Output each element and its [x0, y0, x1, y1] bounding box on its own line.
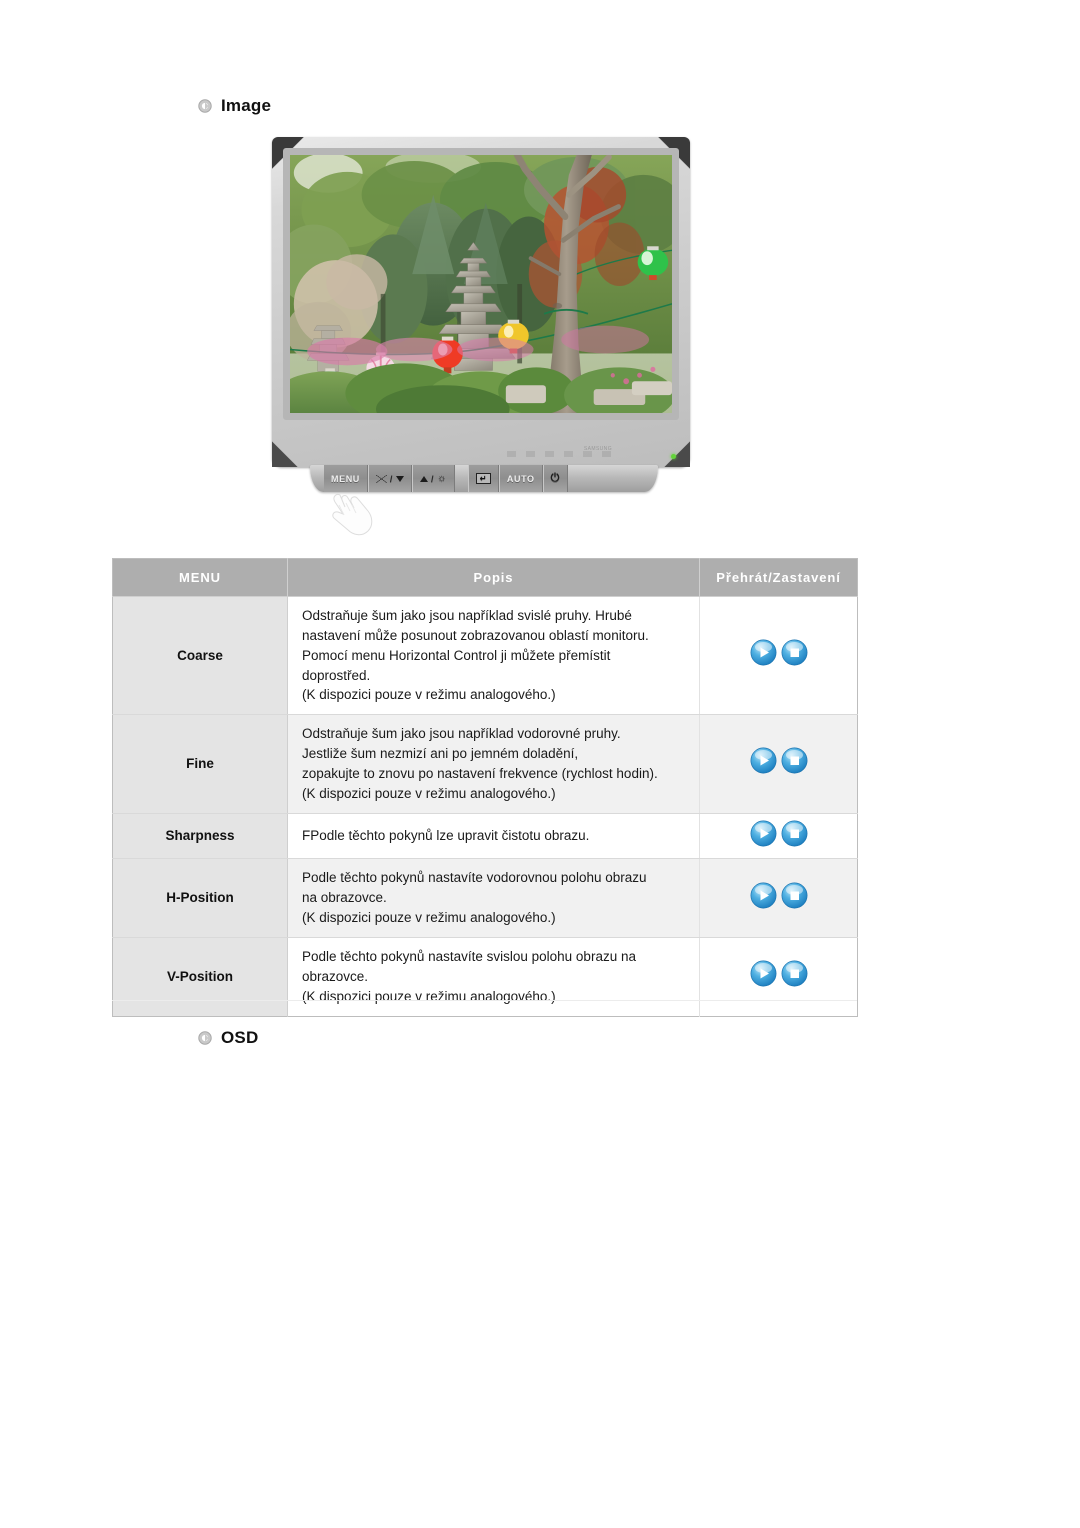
table-row: Coarse Odstraňuje šum jako jsou napříkla… — [112, 596, 858, 716]
table-row: H-Position Podle těchto pokynů nastavíte… — [112, 858, 858, 938]
section-divider — [112, 1000, 857, 1001]
description-line: (K dispozici pouze v režimu analogového.… — [302, 687, 556, 703]
monitor-bezel-button-markings — [351, 447, 611, 461]
description-cell: Podle těchto pokynů nastavíte vodorovnou… — [287, 858, 700, 938]
monitor-menu-button-label: MENU — [331, 473, 360, 484]
image-menu-table: MENU Popis Přehrát/Zastavení Coarse Odst… — [112, 558, 858, 1017]
description-cell: Podle těchto pokynů nastavíte svislou po… — [287, 937, 700, 1016]
play-stop-cell — [700, 937, 858, 1016]
power-led-indicator — [671, 454, 676, 459]
triangle-down-icon — [396, 475, 405, 482]
monitor-shadow-corner-bottomleft — [272, 425, 314, 467]
monitor-enter-source-button[interactable]: ↵ — [467, 465, 499, 492]
play-icon[interactable] — [750, 747, 777, 774]
menu-name-cell: Coarse — [112, 596, 288, 716]
description-line: Podle těchto pokynů nastavíte vodorovnou… — [302, 870, 647, 886]
table-header-row: MENU Popis Přehrát/Zastavení — [112, 558, 858, 597]
stop-icon[interactable] — [781, 639, 808, 666]
description-line: Odstraňuje šum jako jsou například vodor… — [302, 726, 621, 742]
description-line: zopakujte to znovu po nastavení frekvenc… — [302, 765, 658, 781]
section-heading-image: Image — [198, 96, 271, 116]
section-heading-osd: OSD — [198, 1028, 258, 1048]
description-line: Pomocí menu Horizontal Control ji můžete… — [302, 647, 611, 663]
description-line: Odstraňuje šum jako jsou například svisl… — [302, 608, 632, 623]
monitor-brand-label: SAMSUNG — [583, 446, 612, 452]
play-icon[interactable] — [750, 639, 777, 666]
section-heading-image-label: Image — [221, 96, 272, 115]
description-cell: Odstraňuje šum jako jsou například svisl… — [287, 596, 700, 716]
stop-icon[interactable] — [781, 747, 808, 774]
stop-icon[interactable] — [781, 960, 808, 987]
play-stop-cell — [699, 596, 858, 716]
power-symbol-icon: ⏻ — [550, 472, 560, 484]
table-row: Sharpness FPodle těchto pokynů lze uprav… — [112, 813, 858, 860]
description-cell: FPodle těchto pokynů lze upravit čistotu… — [287, 813, 700, 860]
triangle-up-sun-icon: / ☼ — [420, 473, 447, 484]
mountain-icon: / — [375, 474, 405, 484]
description-line: nastavení může posunout zobrazovanou obl… — [302, 627, 649, 643]
play-stop-cell — [699, 858, 858, 938]
description-line: FPodle těchto pokynů lze upravit čistotu… — [302, 828, 590, 844]
description-cell: Odstraňuje šum jako jsou například vodor… — [287, 714, 700, 814]
description-line: (K dispozici pouze v režimu analogového.… — [302, 988, 556, 1004]
menu-name-cell: V-Position — [112, 937, 288, 1016]
section-heading-osd-label: OSD — [221, 1028, 259, 1047]
stop-icon[interactable] — [781, 820, 808, 847]
pointing-hand-illustration — [322, 485, 384, 543]
description-line: (K dispozici pouze v režimu analogového.… — [302, 785, 556, 801]
menu-name-cell: H-Position — [112, 858, 288, 938]
play-icon[interactable] — [750, 882, 777, 909]
monitor-shadow-corner-bottomright — [648, 425, 690, 467]
sun-icon: ☼ — [437, 473, 447, 484]
monitor-bezel: SAMSUNG — [272, 137, 690, 467]
enter-arrow-icon: ↵ — [475, 473, 491, 484]
monitor-auto-button[interactable]: AUTO — [498, 465, 543, 492]
play-stop-cell — [699, 813, 858, 860]
column-header-description: Popis — [287, 558, 700, 597]
bullet-circle-icon — [198, 1031, 212, 1045]
column-header-menu: MENU — [112, 558, 288, 597]
triangle-up-icon — [420, 475, 429, 482]
bullet-circle-icon — [198, 99, 212, 113]
play-icon[interactable] — [750, 820, 777, 847]
description-line: obrazovce. — [302, 968, 369, 984]
column-header-play-stop: Přehrát/Zastavení — [699, 558, 858, 597]
monitor-illustration: SAMSUNG MENU / / ☼ ↵ AUTO ⏻ — [272, 137, 690, 537]
monitor-screen-photo — [290, 155, 672, 413]
description-line: na obrazovce. — [302, 890, 387, 906]
menu-name-cell: Fine — [112, 714, 288, 814]
description-line: Jestliže šum nezmizí ani po jemném dolad… — [302, 746, 579, 762]
monitor-auto-button-label: AUTO — [506, 473, 535, 484]
control-bar-gap — [455, 465, 468, 492]
monitor-screen-bezel — [283, 148, 679, 420]
play-stop-cell — [699, 714, 858, 814]
table-row: V-Position Podle těchto pokynů nastavíte… — [112, 937, 858, 1016]
play-icon[interactable] — [750, 960, 777, 987]
monitor-power-button[interactable]: ⏻ — [542, 465, 568, 492]
description-line: (K dispozici pouze v režimu analogového.… — [302, 910, 556, 926]
stop-icon[interactable] — [781, 882, 808, 909]
description-line: doprostřed. — [302, 667, 371, 683]
menu-name-cell: Sharpness — [112, 813, 288, 860]
table-row: Fine Odstraňuje šum jako jsou například … — [112, 714, 858, 814]
description-line: Podle těchto pokynů nastavíte svislou po… — [302, 948, 636, 964]
monitor-brightness-up-button[interactable]: / ☼ — [412, 465, 455, 492]
